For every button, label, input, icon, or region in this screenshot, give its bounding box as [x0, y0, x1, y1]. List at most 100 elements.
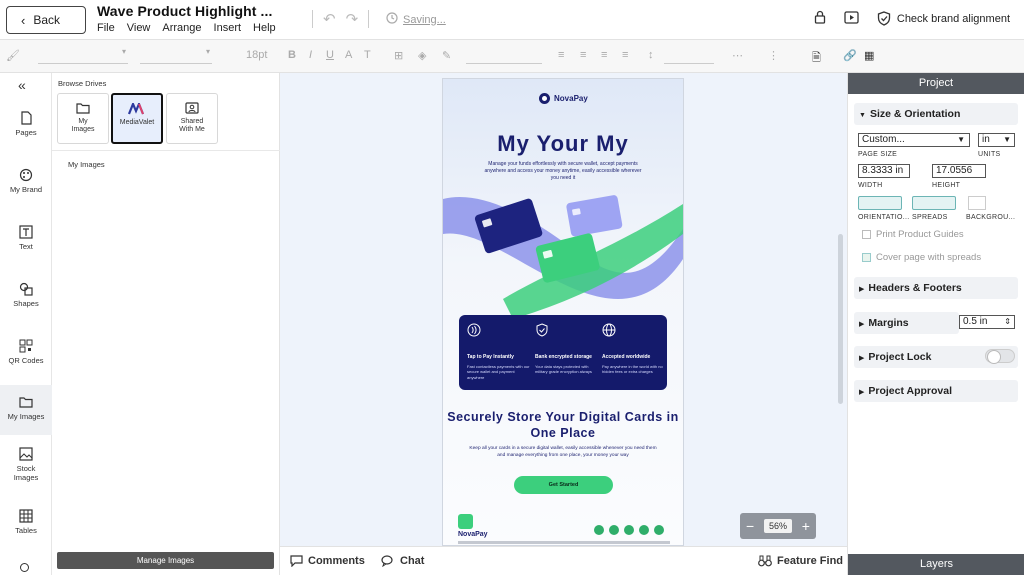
align-right-icon[interactable]: ≡ [601, 49, 607, 61]
text-style-button[interactable]: T [364, 49, 371, 61]
novapay-logo-icon [539, 93, 550, 104]
units-select[interactable]: in ▼ [978, 133, 1015, 147]
cta-button[interactable]: Get Started [514, 476, 613, 494]
properties-panel: Project ▼ Size & Orientation Custom... ▼ … [847, 73, 1024, 575]
menu-insert[interactable]: Insert [214, 22, 242, 34]
drive-label: My Images [71, 118, 95, 134]
fill-icon[interactable]: ◈ [418, 49, 426, 62]
check-brand-button[interactable]: Check brand alignment [877, 11, 1010, 26]
rail-item-pages[interactable]: Pages [0, 111, 52, 137]
collapse-icon[interactable]: « [18, 77, 26, 93]
spreads-toggle[interactable] [912, 196, 956, 210]
back-button[interactable]: ‹ Back [6, 6, 86, 34]
width-input[interactable]: 8.3333 in [858, 164, 910, 178]
section-project-approval[interactable]: ▶ Project Approval [854, 380, 1018, 402]
bold-button[interactable]: B [288, 49, 296, 61]
menu-help[interactable]: Help [253, 22, 276, 34]
bullet-list-icon[interactable]: ⋯ [732, 49, 743, 62]
spreads-label: SPREADS [912, 214, 948, 221]
redo-icon[interactable]: ↷ [346, 10, 359, 28]
drive-mediavalet[interactable]: MediaValet [111, 93, 163, 144]
my-images-label: My Images [68, 160, 105, 169]
rail-item-stock-images[interactable]: Stock Images [0, 447, 52, 482]
project-lock-toggle[interactable] [985, 349, 1015, 364]
document-title[interactable]: Wave Product Highlight ... [97, 3, 273, 19]
position-icon[interactable]: ⊞ [394, 49, 403, 62]
design-page[interactable]: NovaPay My Your My Manage your funds eff… [442, 78, 684, 546]
social-icons[interactable] [594, 525, 664, 535]
stroke-style-select[interactable] [466, 49, 542, 64]
numbered-list-icon[interactable]: ⋮ [768, 49, 779, 62]
font-family-select[interactable]: ▾ [38, 47, 128, 64]
caret-right-icon: ▶ [859, 355, 865, 362]
rail-item-my-brand[interactable]: My Brand [0, 168, 52, 194]
justify-icon[interactable]: ≡ [622, 49, 628, 61]
rail-item-text[interactable]: Text [0, 225, 52, 251]
height-input[interactable]: 17.0556 [932, 164, 986, 178]
layers-tab[interactable]: Layers [848, 554, 1024, 575]
page-size-select[interactable]: Custom... ▼ [858, 133, 970, 147]
text-color-button[interactable]: A [345, 49, 352, 61]
drive-my-images[interactable]: My Images [57, 93, 109, 144]
hero-title[interactable]: My Your My [443, 131, 683, 157]
underline-button[interactable]: U [326, 49, 334, 61]
section-size-orientation[interactable]: ▼ Size & Orientation [854, 103, 1018, 125]
feature-find-button[interactable]: Feature Find [758, 555, 843, 567]
italic-button[interactable]: I [309, 49, 312, 61]
lock-icon[interactable] [814, 10, 826, 27]
stroke-icon[interactable]: ✎ [442, 49, 451, 62]
hero-subtitle[interactable]: Manage your funds effortlessly with secu… [483, 161, 643, 181]
features-box[interactable]: Tap to Pay Instantly Fast contactless pa… [459, 315, 667, 390]
saving-status: Saving... [386, 12, 446, 27]
footer-logo[interactable]: NovaPay [458, 514, 488, 538]
menu-view[interactable]: View [127, 22, 151, 34]
drive-shared-with-me[interactable]: Shared With Me [166, 93, 218, 144]
section-margins[interactable]: ▶ Margins [854, 312, 959, 334]
zoom-value[interactable]: 56% [763, 519, 792, 533]
font-size-value[interactable]: 18pt [246, 49, 267, 61]
cover-spreads-checkbox[interactable]: Cover page with spreads [862, 252, 981, 263]
align-left-icon[interactable]: ≡ [558, 49, 564, 61]
rail-item-shapes[interactable]: Shapes [0, 282, 52, 308]
margins-input[interactable]: 0.5 in ⇕ [959, 315, 1015, 329]
preview-icon[interactable] [844, 10, 859, 27]
rail-item-label: Pages [15, 128, 37, 137]
section-label: Project Lock [868, 351, 932, 363]
link-icon[interactable]: 🔗 [843, 49, 857, 62]
page-settings-icon[interactable]: 🗎 [812, 49, 821, 68]
comments-label: Comments [308, 555, 365, 567]
zoom-in-icon[interactable]: + [802, 518, 810, 534]
line-height-icon[interactable]: ↕ [648, 49, 654, 61]
rail-item-my-images[interactable]: My Images [0, 385, 52, 435]
section-headers-footers[interactable]: ▶ Headers & Footers [854, 277, 1018, 299]
panel-title: Project [848, 73, 1024, 94]
print-guides-checkbox[interactable]: Print Product Guides [862, 229, 964, 240]
cards-illustration[interactable] [443, 189, 683, 319]
menu-arrange[interactable]: Arrange [162, 22, 201, 34]
manage-images-button[interactable]: Manage Images [57, 552, 274, 569]
rail-item-qr-codes[interactable]: QR Codes [0, 339, 52, 365]
line-height-select[interactable] [664, 49, 714, 64]
undo-redo-group: ↶ ↷ [312, 10, 370, 28]
background-swatch[interactable] [968, 196, 986, 210]
vertical-scrollbar[interactable] [838, 234, 843, 404]
more-icon[interactable] [20, 563, 29, 572]
rail-item-tables[interactable]: Tables [0, 509, 52, 535]
comments-button[interactable]: Comments [290, 555, 365, 567]
undo-icon[interactable]: ↶ [323, 10, 336, 28]
orientation-toggle[interactable] [858, 196, 902, 210]
menu-file[interactable]: File [97, 22, 115, 34]
page-logo[interactable]: NovaPay [539, 93, 588, 104]
feature-desc: Fast contactless payments with our secur… [467, 363, 530, 380]
font-weight-select[interactable]: ▾ [140, 47, 212, 64]
grid-icon[interactable]: ▦ [864, 49, 874, 62]
mail-icon [609, 525, 619, 535]
chat-button[interactable]: Chat [381, 555, 424, 567]
section-title[interactable]: Securely Store Your Digital Cards in One… [443, 409, 683, 442]
zoom-out-icon[interactable]: − [746, 518, 754, 534]
feature-desc: Your data stays protected with military … [535, 363, 592, 375]
section-subtitle[interactable]: Keep all your cards in a secure digital … [465, 446, 661, 459]
page-size-label: PAGE SIZE [858, 151, 898, 158]
format-painter-icon[interactable]: 🖌 [6, 49, 20, 62]
align-center-icon[interactable]: ≡ [580, 49, 586, 61]
